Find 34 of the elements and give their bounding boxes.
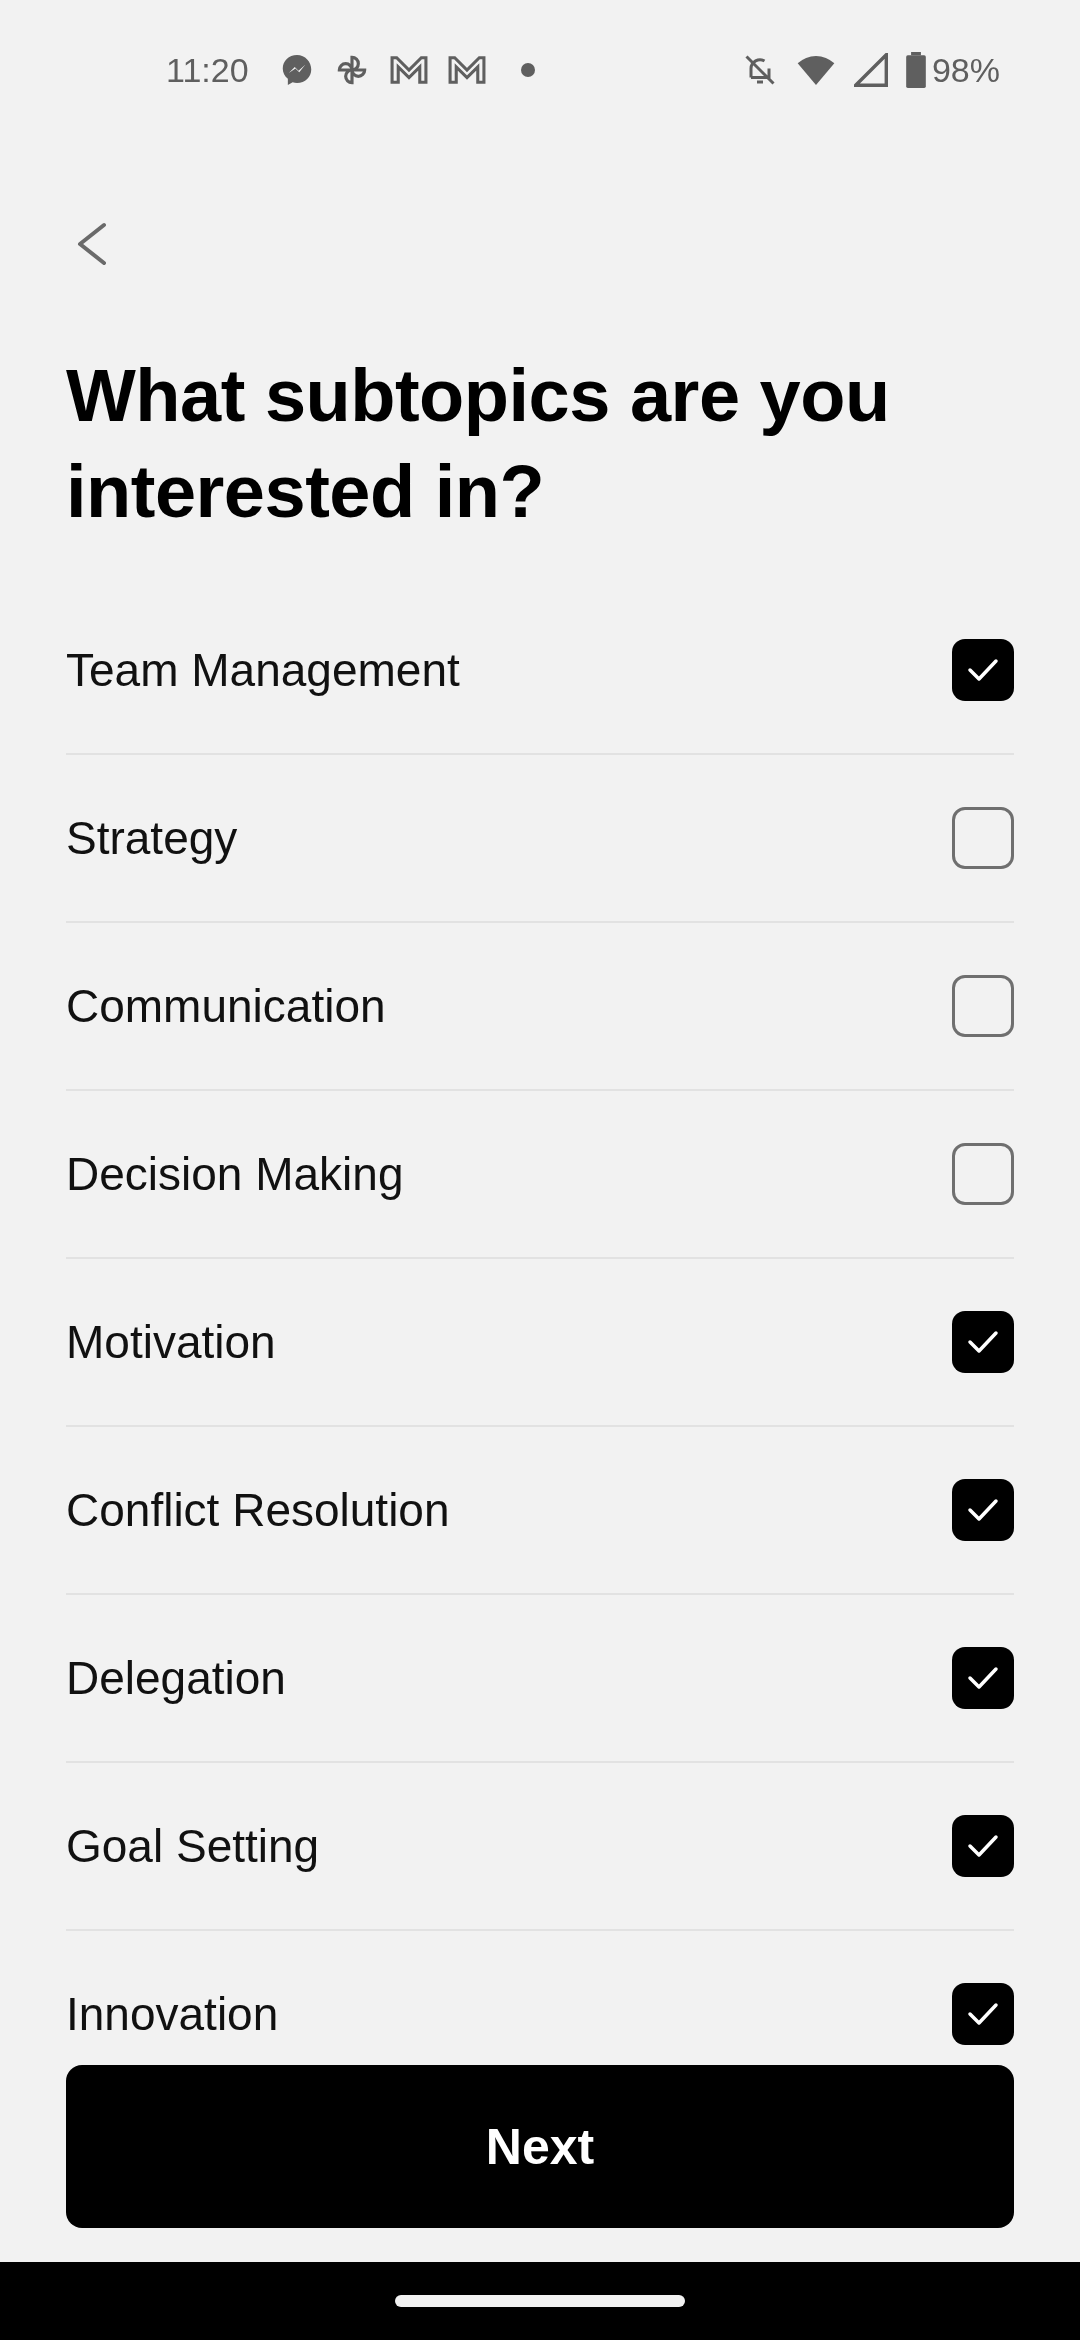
next-button[interactable]: Next bbox=[66, 2065, 1014, 2228]
status-time: 11:20 bbox=[166, 50, 249, 90]
option-label[interactable]: Innovation bbox=[66, 1987, 279, 2041]
mail-icon bbox=[446, 54, 487, 86]
option-label[interactable]: Conflict Resolution bbox=[66, 1483, 450, 1537]
checkbox[interactable] bbox=[952, 1311, 1014, 1373]
page-title: What subtopics are you interested in? bbox=[66, 353, 891, 535]
checkbox[interactable] bbox=[952, 1479, 1014, 1541]
option-label[interactable]: Delegation bbox=[66, 1651, 286, 1705]
checkbox[interactable] bbox=[952, 1143, 1014, 1205]
check-icon bbox=[967, 1665, 999, 1691]
signal-icon bbox=[853, 53, 888, 87]
checkbox[interactable] bbox=[952, 639, 1014, 701]
check-icon bbox=[967, 1833, 999, 1859]
checkbox[interactable] bbox=[952, 1983, 1014, 2045]
check-icon bbox=[967, 2001, 999, 2027]
option-label[interactable]: Strategy bbox=[66, 811, 238, 865]
check-icon bbox=[967, 1497, 999, 1523]
checkbox[interactable] bbox=[952, 1647, 1014, 1709]
option-label[interactable]: Motivation bbox=[66, 1315, 276, 1369]
wifi-icon bbox=[795, 53, 836, 87]
option-label[interactable]: Team Management bbox=[66, 643, 460, 697]
check-icon bbox=[967, 1329, 999, 1355]
check-icon bbox=[967, 657, 999, 683]
battery-percent: 98% bbox=[931, 50, 1000, 90]
option-label[interactable]: Communication bbox=[66, 979, 386, 1033]
checkbox[interactable] bbox=[952, 975, 1014, 1037]
checkbox[interactable] bbox=[952, 1815, 1014, 1877]
checkbox[interactable] bbox=[952, 807, 1014, 869]
dot-icon bbox=[520, 63, 535, 77]
option-label[interactable]: Decision Making bbox=[66, 1147, 404, 1201]
option-label[interactable]: Goal Setting bbox=[66, 1819, 320, 1873]
battery-icon bbox=[905, 52, 926, 88]
mail-icon bbox=[388, 54, 429, 86]
